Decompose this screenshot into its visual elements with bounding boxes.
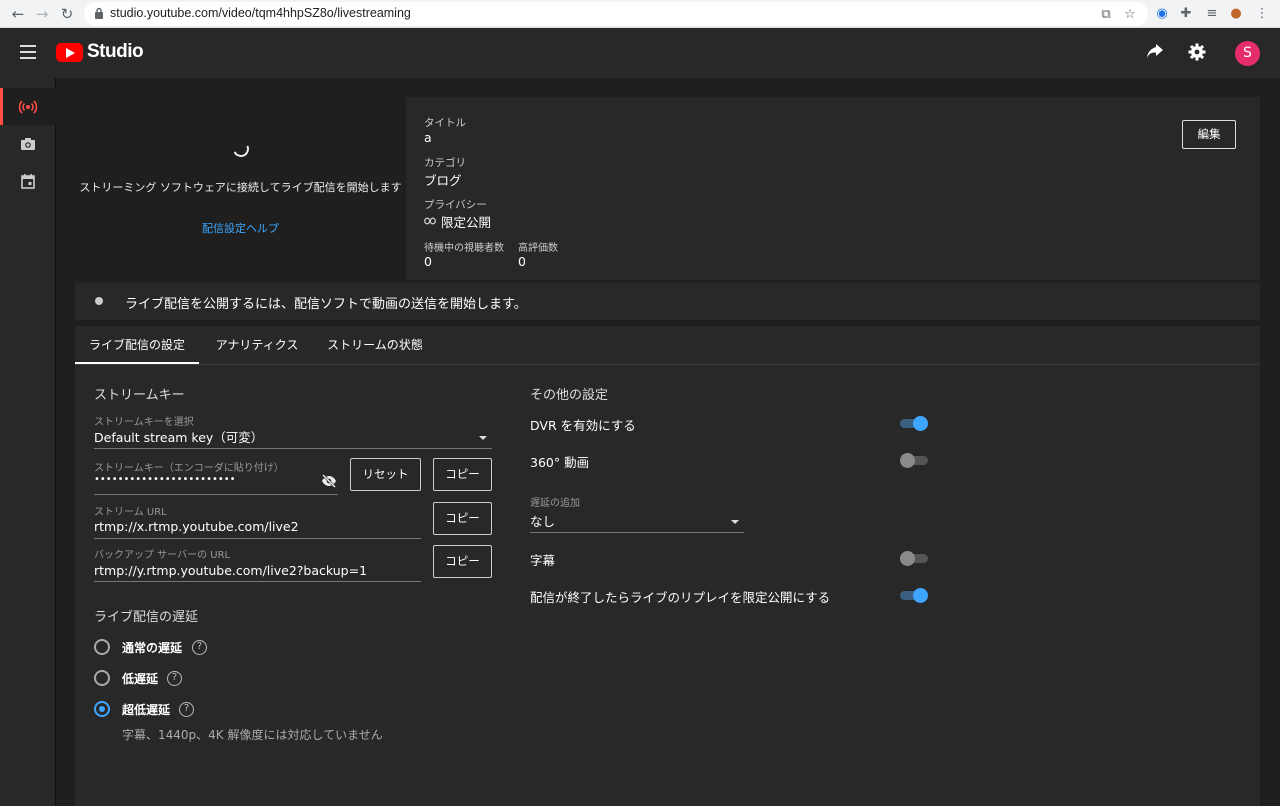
category-value: ブログ <box>424 173 462 188</box>
bookmark-star-icon[interactable]: ☆ <box>1122 7 1138 23</box>
likes-value: 0 <box>518 254 526 269</box>
extension-icon[interactable]: ◉ <box>1154 6 1170 22</box>
settings-gear-icon[interactable] <box>1187 43 1207 63</box>
profile-icon[interactable]: ● <box>1228 6 1244 22</box>
ultra-low-latency-help-icon[interactable]: ? <box>179 702 194 717</box>
normal-latency-help-icon[interactable]: ? <box>192 640 207 655</box>
stream-setup-help-link[interactable]: 配信設定ヘルプ <box>75 220 406 236</box>
link-icon <box>424 217 436 225</box>
ultra-low-latency-note: 字幕、1440p、4K 解像度には対応していません <box>122 728 383 742</box>
stream-key-dropdown-arrow-icon[interactable] <box>479 436 487 440</box>
delay-value[interactable]: なし <box>530 511 555 530</box>
privacy-label: プライバシー <box>424 199 487 211</box>
stream-key-select-label: ストリームキーを選択 <box>94 417 194 428</box>
rail-manage[interactable] <box>0 162 56 199</box>
reset-key-button[interactable]: リセット <box>350 458 421 491</box>
delay-dropdown-arrow-icon[interactable] <box>731 520 739 524</box>
stream-key-value[interactable]: •••••••••••••••••••••••• <box>94 474 236 485</box>
other-settings-title: その他の設定 <box>530 388 609 403</box>
vr360-label: 360° 動画 <box>530 455 590 470</box>
studio-header: Studio S <box>0 28 1280 78</box>
reading-list-icon[interactable]: ≡ <box>1204 6 1220 22</box>
captions-label: 字幕 <box>530 553 556 568</box>
translate-icon[interactable]: ⧉ <box>1098 7 1114 23</box>
broadcast-icon <box>19 100 37 114</box>
browser-toolbar: ← → ↻ studio.youtube.com/video/tqm4hhpSZ… <box>0 0 1280 28</box>
title-value: a <box>424 130 432 145</box>
title-label: タイトル <box>424 117 466 129</box>
hamburger-menu-icon[interactable] <box>20 45 36 59</box>
normal-latency-label[interactable]: 通常の遅延 <box>122 639 182 656</box>
category-label: カテゴリ <box>424 157 466 169</box>
likes-label: 高評価数 <box>518 243 558 254</box>
tab-analytics[interactable]: アナリティクス <box>207 326 307 364</box>
copy-url-button[interactable]: コピー <box>433 502 492 535</box>
stream-key-label: ストリームキー（エンコーダに貼り付け） <box>94 463 284 474</box>
dvr-label: DVR を有効にする <box>530 418 636 433</box>
stream-url-underline <box>94 538 421 539</box>
address-bar[interactable]: studio.youtube.com/video/tqm4hhpSZ8o/liv… <box>84 2 1148 26</box>
share-icon[interactable] <box>1145 43 1165 63</box>
stream-url-label: ストリーム URL <box>94 507 167 518</box>
stream-key-underline <box>94 494 338 495</box>
rail-webcam[interactable] <box>0 125 56 162</box>
latency-title: ライブ配信の遅延 <box>94 610 199 625</box>
tab-stream-health[interactable]: ストリームの状態 <box>323 326 427 364</box>
radio-normal-latency[interactable] <box>94 639 110 655</box>
waiting-viewers-value: 0 <box>424 254 432 269</box>
vr360-toggle[interactable] <box>900 453 928 468</box>
url-text: studio.youtube.com/video/tqm4hhpSZ8o/liv… <box>110 6 411 20</box>
settings-card: ライブ配信の設定 アナリティクス ストリームの状態 ストリームキー ストリームキ… <box>75 326 1260 806</box>
edit-button[interactable]: 編集 <box>1182 120 1236 149</box>
status-message: ライブ配信を公開するには、配信ソフトで動画の送信を開始します。 <box>125 297 527 312</box>
copy-key-button[interactable]: コピー <box>433 458 492 491</box>
reload-icon[interactable]: ↻ <box>58 5 76 23</box>
radio-low-latency[interactable] <box>94 670 110 686</box>
left-rail <box>0 78 56 806</box>
youtube-logo-icon[interactable] <box>56 43 83 62</box>
camera-icon <box>21 138 35 150</box>
tab-stream-settings[interactable]: ライブ配信の設定 <box>75 326 199 364</box>
tab-divider <box>75 364 1260 365</box>
rail-stream[interactable] <box>0 88 56 125</box>
forward-icon[interactable]: → <box>33 5 51 23</box>
delay-label: 遅延の追加 <box>530 498 580 509</box>
dvr-toggle[interactable] <box>900 416 928 431</box>
stream-key-title: ストリームキー <box>94 388 185 403</box>
lock-icon <box>95 7 103 19</box>
backup-url-label: バックアップ サーバーの URL <box>94 550 231 561</box>
studio-logo-text[interactable]: Studio <box>87 41 144 63</box>
stream-key-select-value[interactable]: Default stream key（可変） <box>94 427 263 446</box>
low-latency-help-icon[interactable]: ? <box>167 671 182 686</box>
captions-toggle[interactable] <box>900 551 928 566</box>
ultra-low-latency-label[interactable]: 超低遅延 <box>122 701 170 718</box>
backup-url-underline <box>94 581 421 582</box>
replay-unlisted-label: 配信が終了したらライブのリプレイを限定公開にする <box>530 590 831 605</box>
status-bar: ライブ配信を公開するには、配信ソフトで動画の送信を開始します。 <box>75 283 1260 320</box>
privacy-value: 限定公開 <box>441 215 492 230</box>
radio-ultra-low-latency[interactable] <box>94 701 110 717</box>
stream-url-value: rtmp://x.rtmp.youtube.com/live2 <box>94 519 299 534</box>
waiting-viewers-label: 待機中の視聴者数 <box>424 243 504 254</box>
puzzle-icon[interactable]: ✚ <box>1178 6 1194 22</box>
back-icon[interactable]: ← <box>9 5 27 23</box>
stream-preview: ストリーミング ソフトウェアに接続してライブ配信を開始します 配信設定ヘルプ <box>75 97 406 280</box>
more-menu-icon[interactable]: ⋮ <box>1254 6 1270 22</box>
visibility-off-icon[interactable] <box>321 474 337 488</box>
stream-info-panel: タイトル a カテゴリ ブログ プライバシー 限定公開 待機中の視聴者数 0 高… <box>406 97 1260 280</box>
loading-spinner-icon <box>230 138 252 160</box>
calendar-icon <box>21 174 35 189</box>
status-dot-icon <box>95 297 103 305</box>
preview-message: ストリーミング ソフトウェアに接続してライブ配信を開始します <box>79 181 402 194</box>
replay-unlisted-toggle[interactable] <box>900 588 928 603</box>
low-latency-label[interactable]: 低遅延 <box>122 670 158 687</box>
account-avatar[interactable]: S <box>1235 41 1260 66</box>
stream-key-select-underline <box>94 448 492 449</box>
backup-url-value: rtmp://y.rtmp.youtube.com/live2?backup=1 <box>94 563 368 578</box>
delay-underline <box>530 532 744 533</box>
copy-backup-url-button[interactable]: コピー <box>433 545 492 578</box>
